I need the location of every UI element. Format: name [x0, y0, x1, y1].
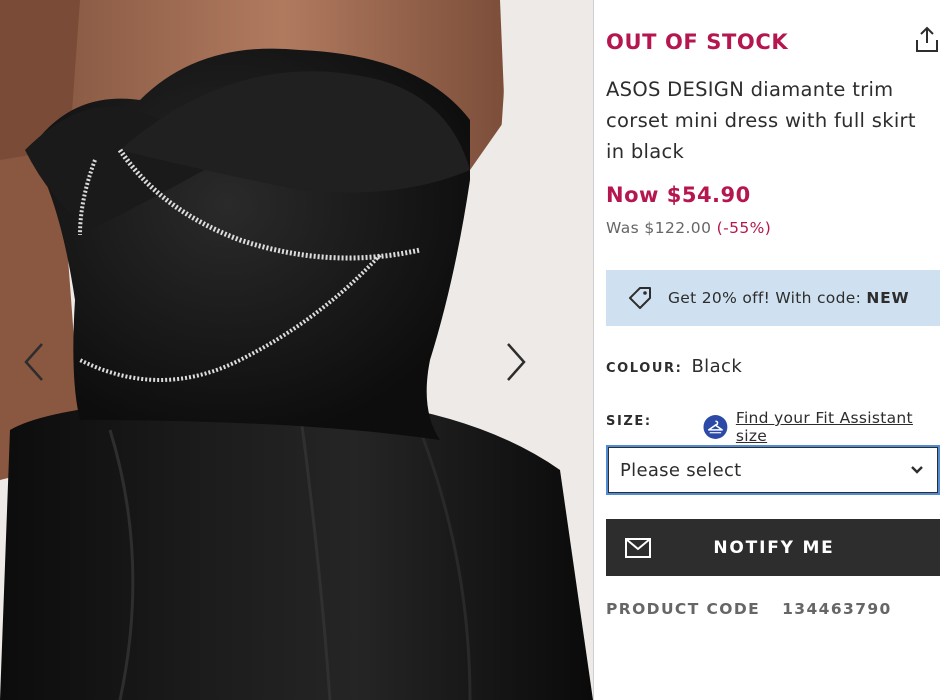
product-code-row: PRODUCT CODE 134463790	[606, 600, 892, 618]
fit-assistant-link[interactable]: Find your Fit Assistant size	[703, 409, 940, 445]
fit-assistant-icon	[703, 415, 728, 439]
colour-value: Black	[691, 356, 743, 377]
chevron-left-icon	[24, 343, 43, 381]
panel-divider	[593, 0, 594, 700]
product-title: ASOS DESIGN diamante trim corset mini dr…	[606, 78, 916, 163]
mail-icon	[625, 537, 651, 558]
size-select[interactable]: Please select	[606, 445, 940, 495]
price-tag-icon	[629, 287, 651, 309]
product-image-gallery[interactable]	[0, 0, 593, 700]
promo-text: Get 20% off! With code: NEW	[668, 289, 909, 307]
previous-price: Was $122.00 (-55%)	[606, 219, 771, 237]
product-details-panel: OUT OF STOCK ASOS DESIGN diamante trim c…	[606, 0, 940, 700]
size-select-value: Please select	[620, 459, 742, 481]
current-price: Now $54.90	[606, 183, 751, 207]
colour-row: COLOUR: Black	[606, 356, 742, 377]
discount-percent: (-55%)	[716, 219, 772, 237]
notify-me-label: NOTIFY ME	[713, 537, 835, 558]
share-icon[interactable]	[914, 26, 940, 54]
fit-assistant-text: Find your Fit Assistant size	[735, 409, 913, 445]
product-code-label: PRODUCT CODE	[606, 600, 761, 618]
notify-me-button[interactable]: NOTIFY ME	[606, 519, 940, 576]
next-image-button[interactable]	[496, 336, 536, 388]
chevron-down-icon	[911, 466, 923, 474]
product-code-value: 134463790	[782, 600, 892, 618]
colour-label: COLOUR:	[606, 361, 683, 376]
chevron-right-icon	[507, 343, 526, 381]
promo-message: Get 20% off! With code:	[668, 289, 862, 307]
stock-status: OUT OF STOCK	[606, 30, 789, 54]
previous-image-button[interactable]	[14, 336, 54, 388]
was-price: Was $122.00	[606, 219, 712, 237]
size-label: SIZE:	[606, 414, 652, 429]
promo-banner[interactable]: Get 20% off! With code: NEW	[606, 270, 940, 326]
promo-code: NEW	[866, 289, 910, 307]
